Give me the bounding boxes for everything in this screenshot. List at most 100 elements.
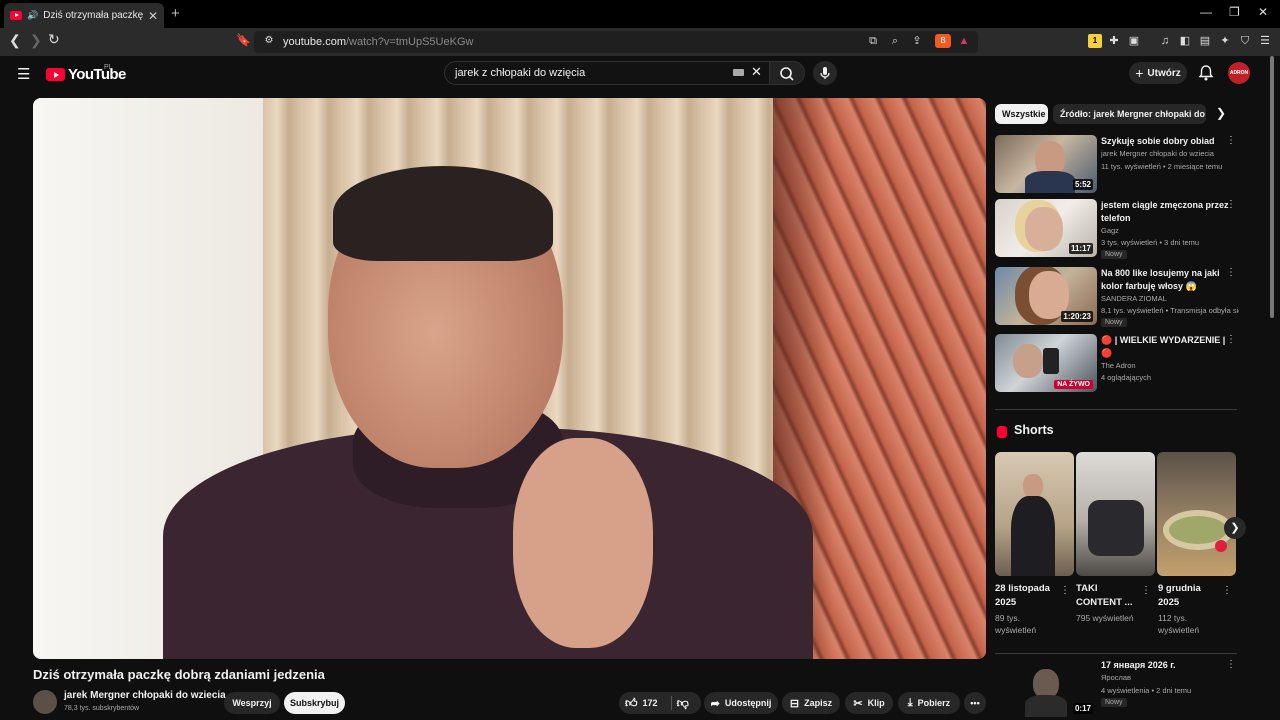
short-menu-icon[interactable]: ⋮ [1141, 585, 1151, 596]
chips-next-icon[interactable]: ❯ [1216, 106, 1226, 120]
short-thumbnail[interactable] [995, 452, 1074, 576]
chip-source-channel[interactable]: Źródło: jarek Mergner chłopaki do wzięci… [1053, 104, 1206, 124]
shorts-icon [997, 426, 1007, 438]
short-thumbnail[interactable] [1157, 452, 1236, 576]
leo-ai-icon[interactable]: ✦ [1218, 34, 1232, 48]
recommendation-meta: 8,1 tys. wyświetleń • Transmisja odbyła … [1101, 306, 1239, 315]
recommendation-channel[interactable]: jarek Mergner chłopaki do wziecia [1101, 149, 1239, 158]
save-button[interactable]: ⊟ Zapisz [782, 692, 840, 714]
video-thumbnail[interactable]: NA ŻYWO [995, 334, 1097, 392]
vpn-icon[interactable]: ⛉ [1238, 34, 1252, 48]
recommendation-title[interactable]: 17 января 2026 г. [1101, 659, 1233, 672]
forward-icon[interactable]: ❯ [30, 32, 42, 49]
recommendation-channel[interactable]: The Adron [1101, 361, 1239, 370]
create-label: Utwórz [1147, 67, 1181, 79]
bookmark-icon[interactable]: 🔖 [236, 33, 251, 47]
recommendation-item[interactable]: NA ŻYWO 🔴 | WIELKIE WYDARZENIE | 🔴 The A… [995, 334, 1245, 394]
subscribe-button[interactable]: Subskrybuj [284, 692, 345, 714]
video-thumbnail[interactable]: 0:17 [995, 659, 1097, 717]
short-thumbnail[interactable] [1076, 452, 1155, 576]
clear-search-icon[interactable]: ✕ [751, 64, 762, 80]
youtube-logo[interactable]: YouTube PL [46, 64, 126, 83]
scrollbar-thumb[interactable] [1270, 56, 1274, 318]
speaker-icon[interactable]: 🔊 [27, 10, 38, 21]
share-label: Udostępnij [724, 698, 772, 708]
recommendation-item[interactable]: 1:20:23 Na 800 like losujemy na jaki kol… [995, 267, 1245, 331]
close-tab-icon[interactable]: ✕ [148, 9, 158, 23]
short-menu-icon[interactable]: ⋮ [1060, 585, 1070, 596]
short-menu-icon[interactable]: ⋮ [1222, 585, 1232, 596]
screenshot-icon[interactable]: ▣ [1127, 34, 1141, 48]
recommendation-menu-icon[interactable]: ⋮ [1226, 267, 1236, 278]
like-button[interactable]: 👍︎ 172 [625, 696, 658, 711]
video-player[interactable] [33, 98, 986, 659]
clip-label: Klip [867, 698, 885, 708]
site-settings-icon[interactable]: ⚙ [262, 34, 276, 48]
extensions-puzzle-icon[interactable]: ✚ [1107, 34, 1121, 48]
channel-name[interactable]: jarek Mergner chłopaki do wziecia [64, 690, 226, 701]
brave-shields-icon[interactable]: B [935, 34, 951, 48]
recommendation-menu-icon[interactable]: ⋮ [1226, 199, 1236, 210]
wallet-icon[interactable]: ▤ [1198, 34, 1212, 48]
recommendation-menu-icon[interactable]: ⋮ [1226, 135, 1236, 146]
share-arrow-icon: ➦ [710, 697, 720, 710]
clip-button[interactable]: ✂ Klip [845, 692, 893, 714]
browser-tab[interactable]: 🔊 Dziś otrzymała paczkę dobrą ✕ [4, 3, 164, 28]
account-avatar[interactable]: ADRON [1228, 62, 1250, 84]
notifications-bell-icon[interactable] [1198, 64, 1214, 87]
search-button[interactable] [769, 61, 805, 85]
short-title[interactable]: 28 listopada 2025 [995, 582, 1057, 609]
recommendation-channel[interactable]: Ярослав [1101, 673, 1239, 682]
more-horizontal-icon: ••• [970, 698, 980, 708]
create-button[interactable]: + Utwórz [1129, 62, 1187, 84]
video-thumbnail[interactable]: 5:52 [995, 135, 1097, 193]
keyboard-icon[interactable] [733, 69, 744, 76]
video-thumbnail[interactable]: 1:20:23 [995, 267, 1097, 325]
share-page-icon[interactable]: ⇪ [910, 34, 924, 48]
dislike-button[interactable]: 👎︎ [677, 696, 689, 711]
brave-rewards-icon[interactable]: ▲ [957, 34, 971, 48]
scissors-icon: ✂ [853, 697, 863, 710]
short-views: 89 tys. wyświetleń [995, 613, 1037, 635]
recommendation-meta: 3 tys. wyświetleń • 3 dni temu [1101, 238, 1200, 247]
url-host: youtube.com [283, 36, 346, 48]
recommendation-channel[interactable]: Gagz [1101, 226, 1239, 235]
recommendation-item[interactable]: 5:52 Szykuję sobie dobry obiad jarek Mer… [995, 135, 1245, 195]
zoom-icon[interactable]: ⌕ [888, 34, 902, 48]
recommendation-title[interactable]: 🔴 | WIELKIE WYDARZENIE | 🔴 [1101, 334, 1233, 359]
share-button[interactable]: ➦ Udostępnij [704, 692, 778, 714]
download-button[interactable]: ⤓ Pobierz [898, 692, 960, 714]
voice-search-button[interactable] [813, 61, 837, 85]
recommendation-title[interactable]: Szykuję sobie dobry obiad [1101, 135, 1233, 148]
short-title[interactable]: 9 grudnia 2025 [1158, 582, 1220, 609]
media-icon[interactable]: ♫ [1158, 34, 1172, 48]
open-in-app-icon[interactable]: ⧉ [866, 34, 880, 48]
extension-icon[interactable]: 1 [1088, 34, 1102, 48]
address-url[interactable]: youtube.com/watch?v=tmUpS5UeKGw [283, 36, 473, 48]
more-actions-button[interactable]: ••• [964, 692, 986, 714]
shorts-next-button[interactable]: ❯ [1224, 517, 1246, 539]
minimize-window-button[interactable]: — [1200, 5, 1212, 19]
tab-title: Dziś otrzymała paczkę dobrą [43, 10, 143, 21]
new-tab-button[interactable]: + [171, 5, 180, 22]
video-thumbnail[interactable]: 11:17 [995, 199, 1097, 257]
browser-menu-icon[interactable]: ☰ [1258, 34, 1272, 48]
reload-icon[interactable]: ↻ [48, 31, 60, 48]
recommendation-title[interactable]: jestem ciągle zmęczona przez telefon [1101, 199, 1233, 224]
recommendation-item[interactable]: 0:17 17 января 2026 г. Ярослав 4 wyświet… [995, 659, 1245, 720]
chip-all[interactable]: Wszystkie [995, 104, 1048, 124]
recommendation-title[interactable]: Na 800 like losujemy na jaki kolor farbu… [1101, 267, 1233, 292]
channel-avatar[interactable] [33, 690, 57, 714]
close-window-button[interactable]: ✕ [1258, 5, 1268, 19]
search-input-value[interactable]: jarek z chłopaki do wzięcia [455, 67, 585, 79]
sidebar-icon[interactable]: ◧ [1178, 34, 1192, 48]
short-title[interactable]: TAKI CONTENT ... [1076, 582, 1138, 609]
support-button[interactable]: Wesprzyj [224, 692, 280, 714]
back-icon[interactable]: ❮ [9, 32, 21, 49]
restore-window-button[interactable]: ❐ [1229, 5, 1240, 19]
hamburger-menu-icon[interactable]: ☰ [17, 65, 30, 83]
recommendation-menu-icon[interactable]: ⋮ [1226, 659, 1236, 670]
recommendation-menu-icon[interactable]: ⋮ [1226, 334, 1236, 345]
recommendation-item[interactable]: 11:17 jestem ciągle zmęczona przez telef… [995, 199, 1245, 263]
recommendation-channel[interactable]: SANDERA ZIOMAL [1101, 294, 1239, 303]
